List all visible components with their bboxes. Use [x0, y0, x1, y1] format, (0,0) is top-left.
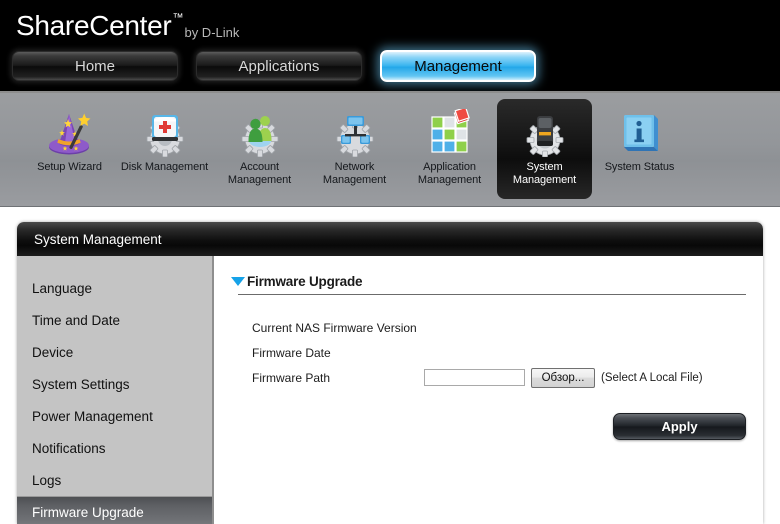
module-label-network-management: Network Management [322, 161, 387, 186]
module-network-management[interactable]: Network Management [307, 99, 402, 199]
info-box-icon [614, 107, 666, 157]
collapse-triangle-icon[interactable] [231, 277, 245, 286]
module-icon-toolbar: Setup Wizard Disk Management Account Man… [0, 93, 780, 207]
section-divider [238, 294, 746, 295]
module-disk-management[interactable]: Disk Management [117, 99, 212, 199]
brand-logo: ShareCenter ™ by D-Link [16, 11, 239, 41]
panel-body: Language Time and Date Device System Set… [17, 256, 763, 524]
sidebar-item-firmware-upgrade[interactable]: Firmware Upgrade [17, 496, 212, 524]
top-header-bar: ShareCenter ™ by D-Link Home Application… [0, 0, 780, 93]
disk-medkit-gear-icon [139, 107, 191, 157]
panel-title-text: System Management [34, 231, 162, 247]
panel-header: System Management [17, 222, 763, 256]
module-system-management[interactable]: System Management [497, 99, 592, 199]
module-label-setup-wizard: Setup Wizard [37, 161, 102, 173]
system-gear-icon [519, 107, 571, 157]
settings-main: Firmware Upgrade Current NAS Firmware Ve… [214, 256, 763, 524]
label-current-firmware-version: Current NAS Firmware Version [252, 320, 417, 335]
module-label-disk-management: Disk Management [120, 161, 209, 173]
nav-tab-applications[interactable]: Applications [196, 51, 362, 81]
network-gear-icon [329, 107, 381, 157]
browse-button[interactable]: Обзор... [531, 367, 595, 388]
brand-name: ShareCenter [16, 10, 172, 41]
sharecenter-admin-page: ShareCenter ™ by D-Link Home Application… [0, 0, 780, 524]
sidebar-item-logs[interactable]: Logs [17, 464, 212, 496]
module-label-account-management: Account Management [227, 161, 292, 186]
row-current-firmware-version: Current NAS Firmware Version [252, 315, 746, 340]
module-application-management[interactable]: Application Management [402, 99, 497, 199]
module-label-system-status: System Status [604, 161, 675, 173]
brand-byline: by D-Link [184, 25, 240, 40]
sidebar-item-language[interactable]: Language [17, 272, 212, 304]
apply-button-wrapper: Apply [613, 413, 746, 440]
firmware-path-input[interactable] [424, 369, 525, 386]
row-firmware-path: Firmware Path Обзор... (Select A Local F… [252, 365, 746, 390]
module-label-application-management: Application Management [417, 161, 482, 186]
firmware-form: Current NAS Firmware Version Firmware Da… [252, 315, 746, 390]
browse-hint-text: (Select A Local File) [601, 371, 703, 384]
account-people-gear-icon [234, 107, 286, 157]
row-firmware-date: Firmware Date [252, 340, 746, 365]
sidebar-item-system-settings[interactable]: System Settings [17, 368, 212, 400]
settings-sidebar: Language Time and Date Device System Set… [17, 256, 214, 524]
module-system-status[interactable]: System Status [592, 99, 687, 199]
module-setup-wizard[interactable]: Setup Wizard [22, 99, 117, 199]
sidebar-item-time-and-date[interactable]: Time and Date [17, 304, 212, 336]
trademark-symbol: ™ [172, 12, 184, 24]
apply-button[interactable]: Apply [613, 413, 746, 440]
label-firmware-path: Firmware Path [252, 370, 331, 385]
section-header: Firmware Upgrade [230, 274, 746, 289]
sidebar-item-power-management[interactable]: Power Management [17, 400, 212, 432]
sidebar-item-device[interactable]: Device [17, 336, 212, 368]
module-label-system-management: System Management [512, 161, 577, 186]
wizard-hat-icon [44, 107, 96, 157]
module-icon-row: Setup Wizard Disk Management Account Man… [22, 99, 762, 201]
nav-tab-home[interactable]: Home [12, 51, 178, 81]
application-tiles-icon [424, 107, 476, 157]
content-panel: System Management Language Time and Date… [17, 222, 763, 524]
nav-tab-management[interactable]: Management [380, 50, 536, 82]
label-firmware-date: Firmware Date [252, 345, 331, 360]
main-nav: Home Applications Management [12, 50, 536, 82]
section-title: Firmware Upgrade [247, 274, 363, 289]
module-account-management[interactable]: Account Management [212, 99, 307, 199]
sidebar-item-notifications[interactable]: Notifications [17, 432, 212, 464]
